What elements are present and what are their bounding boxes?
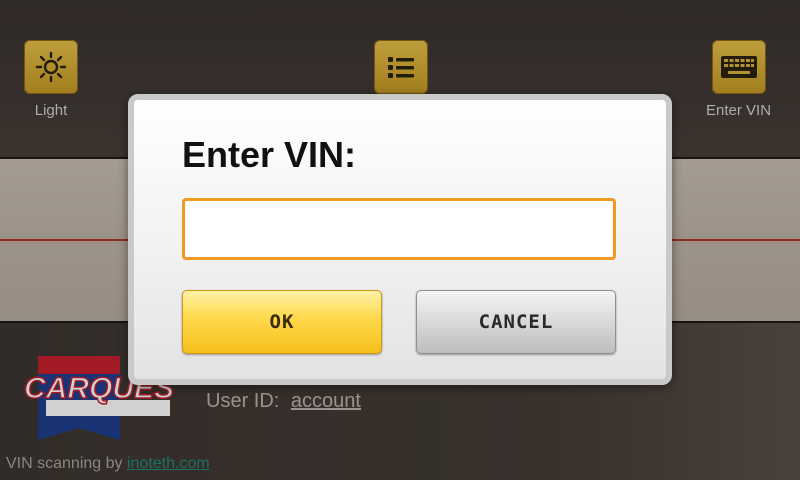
enter-vin-dialog: Enter VIN: OK CANCEL xyxy=(128,94,672,385)
cancel-button[interactable]: CANCEL xyxy=(416,290,616,354)
vin-input[interactable] xyxy=(182,198,616,260)
ok-button[interactable]: OK xyxy=(182,290,382,354)
dialog-title: Enter VIN: xyxy=(182,134,357,175)
